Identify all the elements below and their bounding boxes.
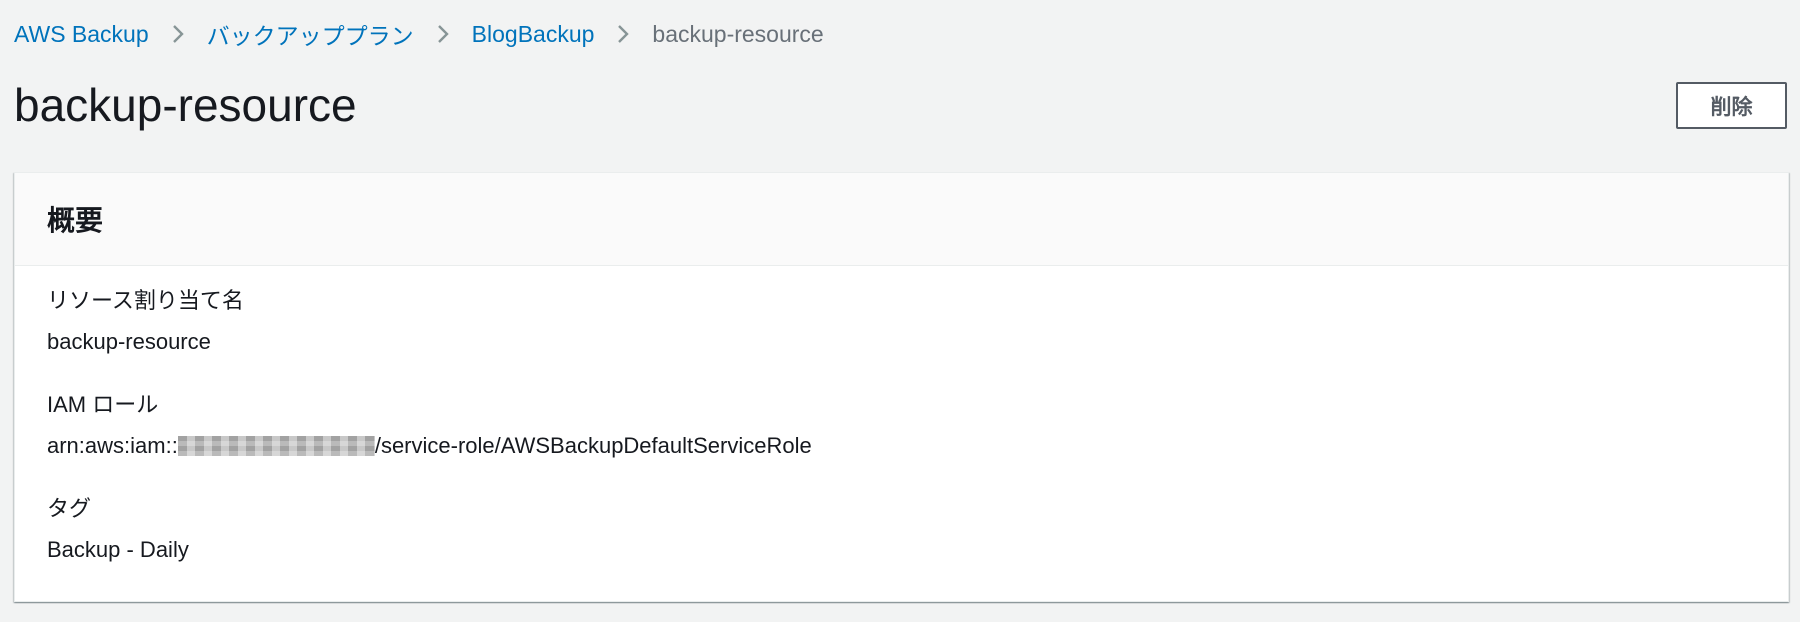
- summary-panel-header: 概要: [15, 173, 1788, 266]
- chevron-right-icon: [414, 14, 472, 54]
- field-tags: タグ Backup - Daily: [47, 494, 189, 565]
- field-iam-role: IAM ロール arn:aws:iam::/service-role/AWSBa…: [47, 390, 812, 461]
- chevron-right-icon: [594, 14, 652, 54]
- field-label: タグ: [47, 496, 92, 521]
- field-label: リソース割り当て名: [47, 288, 244, 313]
- breadcrumb: AWS Backup バックアッププラン BlogBackup backup-r…: [14, 14, 824, 54]
- page-title: backup-resource: [14, 79, 357, 131]
- breadcrumb-backup-plans[interactable]: バックアッププラン: [207, 17, 414, 51]
- chevron-right-icon: [149, 14, 207, 54]
- iam-role-arn-prefix: arn:aws:iam::: [47, 433, 178, 458]
- field-value: backup-resource: [47, 329, 211, 354]
- field-value: arn:aws:iam::/service-role/AWSBackupDefa…: [47, 431, 812, 461]
- page: AWS Backup バックアッププラン BlogBackup backup-r…: [0, 0, 1800, 622]
- breadcrumb-current: backup-resource: [652, 20, 824, 47]
- breadcrumb-aws-backup[interactable]: AWS Backup: [14, 21, 149, 48]
- delete-button[interactable]: 削除: [1676, 82, 1787, 129]
- redacted-account-id: [177, 436, 375, 456]
- field-value: Backup - Daily: [47, 537, 189, 562]
- summary-title: 概要: [47, 205, 104, 236]
- summary-panel: 概要 リソース割り当て名 backup-resource IAM ロール arn…: [14, 172, 1789, 602]
- field-resource-assignment-name: リソース割り当て名 backup-resource: [47, 286, 244, 357]
- iam-role-arn-suffix: /service-role/AWSBackupDefaultServiceRol…: [374, 433, 812, 458]
- breadcrumb-blogbackup[interactable]: BlogBackup: [472, 21, 595, 48]
- field-label: IAM ロール: [47, 392, 159, 417]
